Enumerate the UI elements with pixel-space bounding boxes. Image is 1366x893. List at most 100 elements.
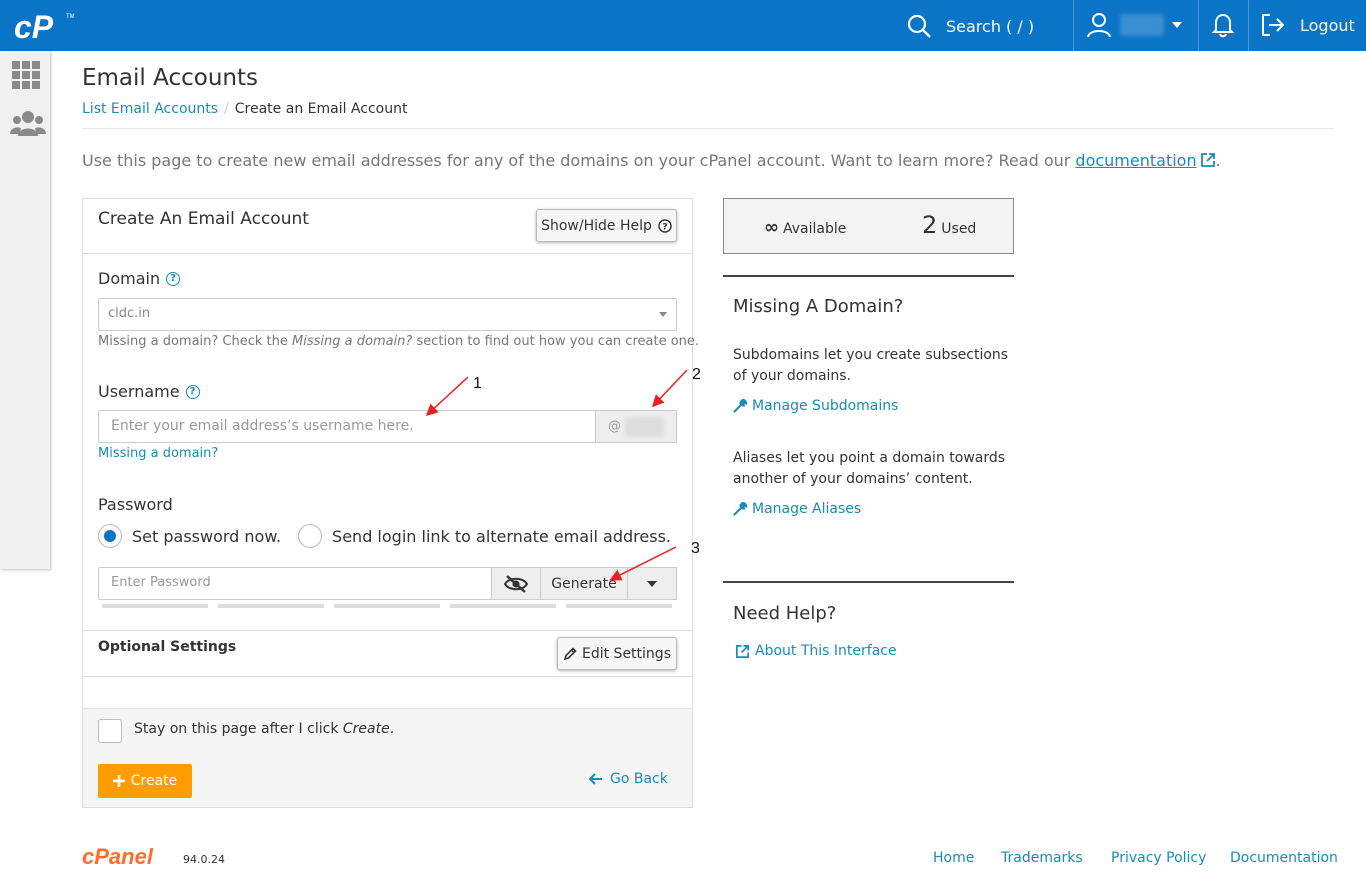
username-domain-addon: @ [595,410,677,443]
go-back-link[interactable]: Go Back [588,771,668,787]
question-icon[interactable]: ? [185,384,200,399]
password-strength-segment [450,604,556,608]
show-hide-help-button[interactable]: Show/Hide Help ? [536,209,677,242]
caret-down-icon [659,312,667,317]
plus-icon [112,775,125,787]
wrench-icon [733,502,747,516]
edit-settings-label: Edit Settings [582,645,671,662]
footer-link-trademarks[interactable]: Trademarks [1001,850,1083,866]
about-interface-label: About This Interface [755,643,897,659]
cpanel-logo-icon[interactable]: cP TM [14,8,74,44]
topbar-divider [1198,0,1199,51]
radio-set-password-now[interactable] [98,524,122,548]
domain-help-text: Missing a domain? Check the Missing a do… [98,334,699,349]
optional-divider-bottom [83,676,692,677]
stay-on-page-checkbox[interactable] [98,719,122,743]
create-email-panel: Create An Email Account Show/Hide Help ?… [82,198,699,808]
caret-down-icon [1172,22,1182,28]
arrow-left-icon [588,773,602,785]
used-stat: 2 Used [922,211,976,239]
question-icon: ? [658,218,672,233]
documentation-link[interactable]: documentation [1075,151,1215,170]
stay-on-page-label[interactable]: Stay on this page after I click Create. [134,721,394,737]
domain-help-em: Missing a domain? [292,334,413,349]
domain-label-text: Domain [98,269,161,288]
username-input[interactable]: Enter your email address’s username here… [98,410,596,443]
username-label: Username ? [98,382,200,401]
breadcrumb-separator: / [224,101,229,117]
password-input[interactable]: Enter Password [98,567,492,600]
breadcrumb-list-email-accounts[interactable]: List Email Accounts [82,101,218,117]
svg-text:cP: cP [14,9,54,44]
generate-password-label: Generate [551,575,617,592]
create-button[interactable]: Create [98,764,192,798]
show-hide-help-label: Show/Hide Help [541,217,652,234]
need-help-title: Need Help? [733,603,837,624]
available-stat: ∞ Available [764,217,846,238]
radio-send-login-link-label[interactable]: Send login link to alternate email addre… [332,527,671,546]
external-link-icon [736,644,749,658]
radio-set-password-now-label[interactable]: Set password now. [132,527,281,546]
password-strength-segment [102,604,208,608]
annotation-1: 1 [473,375,482,392]
footer-link-privacy-policy[interactable]: Privacy Policy [1111,850,1206,866]
top-bar: cP TM Search ( / ) Logout [0,0,1366,51]
toggle-password-visibility-button[interactable] [491,567,541,600]
manage-subdomains-label: Manage Subdomains [752,398,899,414]
used-label: Used [941,221,977,237]
form-footer: Stay on this page after I click Create. … [83,708,692,807]
search-button[interactable]: Search ( / ) [906,12,1034,40]
domain-help-pre: Missing a domain? Check the [98,334,288,349]
edit-settings-button[interactable]: Edit Settings [557,637,677,670]
domain-help-post: section to find out how you can create o… [416,334,700,349]
intro-end: . [1215,151,1221,170]
create-button-label: Create [130,773,178,789]
generate-options-dropdown[interactable] [627,567,677,600]
about-interface-link[interactable]: About This Interface [735,643,897,659]
users-icon[interactable] [10,109,46,137]
right-divider [723,581,1014,583]
search-icon [907,14,931,38]
manage-aliases-link[interactable]: Manage Aliases [733,501,861,517]
notifications-button[interactable] [1210,12,1236,42]
optional-divider [83,630,692,631]
question-icon[interactable]: ? [166,271,181,286]
right-divider [723,275,1014,277]
panel-header: Create An Email Account Show/Hide Help ? [83,199,692,254]
infinity-icon: ∞ [764,217,779,238]
panel-title: Create An Email Account [98,209,309,229]
at-symbol: @ [608,419,621,434]
svg-text:?: ? [662,222,667,232]
password-strength-segment [334,604,440,608]
aliases-text: Aliases let you point a domain towards a… [733,450,1006,487]
svg-text:TM: TM [66,14,74,20]
logout-button[interactable]: Logout [1260,12,1355,38]
annotation-2: 2 [692,366,701,383]
radio-send-login-link[interactable] [298,524,323,548]
go-back-label: Go Back [610,771,668,787]
breadcrumb-current: Create an Email Account [234,101,408,117]
user-menu[interactable] [1086,12,1182,38]
page-title: Email Accounts [82,65,258,91]
missing-domain-link[interactable]: Missing a domain? [98,446,218,461]
domain-select[interactable]: cldc.in [98,298,677,331]
stay-post: . [389,721,395,737]
documentation-link-label: documentation [1075,151,1197,170]
external-link-icon [1200,153,1215,167]
optional-settings-label: Optional Settings [98,639,237,655]
password-strength-segment [218,604,324,608]
manage-aliases-label: Manage Aliases [752,501,862,517]
topbar-divider [1073,0,1074,51]
cpanel-footer-logo[interactable]: cPanel [82,844,153,870]
domain-select-value: cldc.in [108,306,151,321]
grid-icon[interactable] [10,61,42,89]
manage-subdomains-link[interactable]: Manage Subdomains [733,398,898,414]
generate-password-button[interactable]: Generate [540,567,628,600]
intro-body: Use this page to create new email addres… [82,151,1071,170]
password-strength-segment [566,604,672,608]
stay-pre: Stay on this page after I click [134,721,339,737]
topbar-divider [1248,0,1249,51]
domain-redacted [625,416,664,437]
footer-link-home[interactable]: Home [933,850,974,866]
footer-link-documentation[interactable]: Documentation [1230,850,1338,866]
